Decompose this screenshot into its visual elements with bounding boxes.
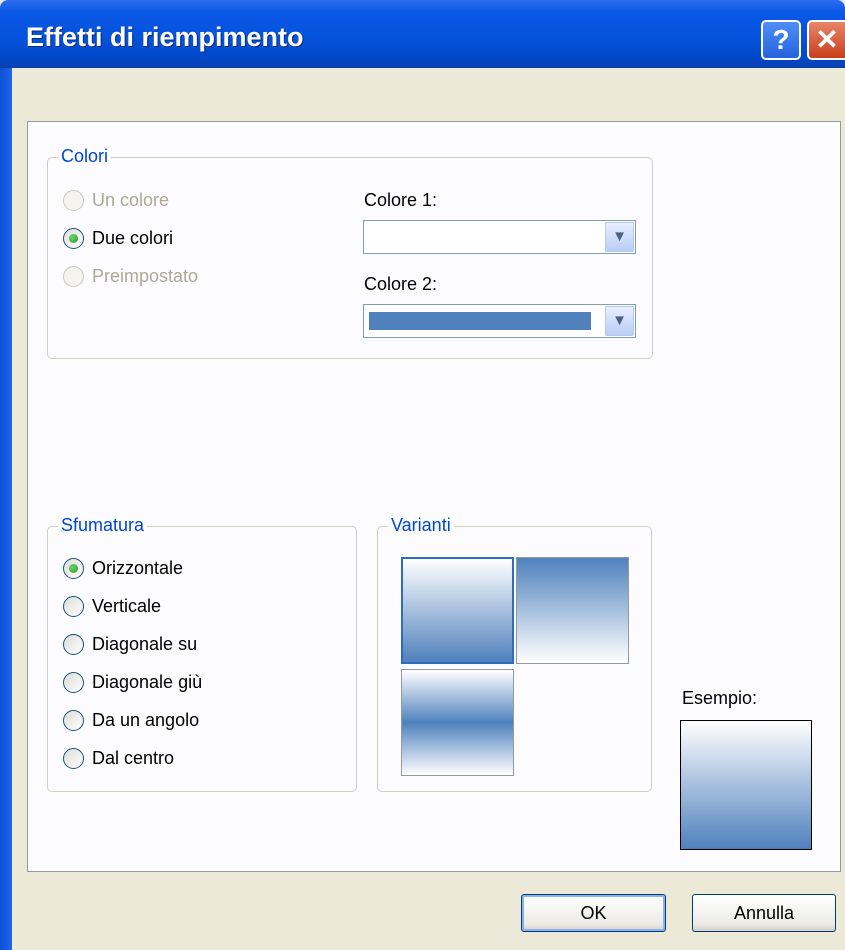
radio-diagonal-up[interactable]: Diagonale su [63, 634, 197, 655]
radio-button[interactable] [63, 596, 84, 617]
radio-button[interactable] [63, 634, 84, 655]
help-icon[interactable]: ? [761, 20, 801, 60]
radio-horizontal[interactable]: Orizzontale [63, 558, 183, 579]
color2-label: Colore 2: [364, 274, 438, 294]
radio-from-corner[interactable]: Da un angolo [63, 710, 199, 731]
color1-swatch [369, 228, 591, 246]
fill-effects-dialog: Effetti di riempimento ? ✕ Colori Un col… [0, 0, 845, 950]
radio-button[interactable] [63, 266, 84, 287]
radio-label: Da un angolo [92, 710, 200, 730]
radio-vertical[interactable]: Verticale [63, 596, 161, 617]
color2-swatch [369, 312, 591, 330]
variant-swatch-1[interactable] [401, 557, 514, 664]
radio-button[interactable] [63, 228, 84, 249]
colors-group-title: Colori [58, 146, 112, 167]
radio-label: Verticale [92, 596, 162, 616]
variant-swatch-3[interactable] [401, 669, 514, 776]
radio-button[interactable] [63, 558, 84, 579]
sample-label: Esempio: [682, 688, 758, 708]
shading-group: Sfumatura Orizzontale Verticale Diagonal… [47, 515, 357, 792]
variants-group: Varianti [377, 515, 652, 792]
radio-label: Orizzontale [92, 558, 184, 578]
ok-button[interactable]: OK [521, 894, 666, 932]
sample-preview [680, 720, 812, 850]
radio-label: Un colore [92, 190, 170, 210]
color2-dropdown[interactable]: ▼ [363, 304, 636, 338]
variants-group-title: Varianti [388, 515, 454, 536]
radio-label: Preimpostato [92, 266, 199, 286]
color1-dropdown[interactable]: ▼ [363, 220, 636, 254]
radio-from-center[interactable]: Dal centro [63, 748, 174, 769]
colors-group: Colori Un colore Due colori Preimpostato… [47, 146, 653, 359]
radio-button[interactable] [63, 672, 84, 693]
title-bar[interactable]: Effetti di riempimento ? ✕ [0, 0, 845, 68]
chevron-down-icon[interactable]: ▼ [605, 306, 634, 336]
variant-swatch-2[interactable] [516, 557, 629, 664]
radio-button[interactable] [63, 190, 84, 211]
radio-label: Due colori [92, 228, 174, 248]
window-border [0, 68, 12, 950]
tab-panel: Colori Un colore Due colori Preimpostato… [27, 121, 841, 872]
radio-two-colors[interactable]: Due colori [63, 228, 173, 249]
close-icon[interactable]: ✕ [807, 20, 845, 60]
radio-button[interactable] [63, 710, 84, 731]
shading-group-title: Sfumatura [58, 515, 148, 536]
radio-diagonal-down[interactable]: Diagonale giù [63, 672, 202, 693]
radio-one-color[interactable]: Un colore [63, 190, 169, 211]
radio-button[interactable] [63, 748, 84, 769]
color1-label: Colore 1: [364, 190, 438, 210]
radio-label: Diagonale su [92, 634, 198, 654]
chevron-down-icon[interactable]: ▼ [605, 222, 634, 252]
window-title: Effetti di riempimento [26, 22, 304, 52]
radio-label: Diagonale giù [92, 672, 203, 692]
cancel-button[interactable]: Annulla [692, 894, 836, 932]
radio-label: Dal centro [92, 748, 175, 768]
radio-preset[interactable]: Preimpostato [63, 266, 198, 287]
